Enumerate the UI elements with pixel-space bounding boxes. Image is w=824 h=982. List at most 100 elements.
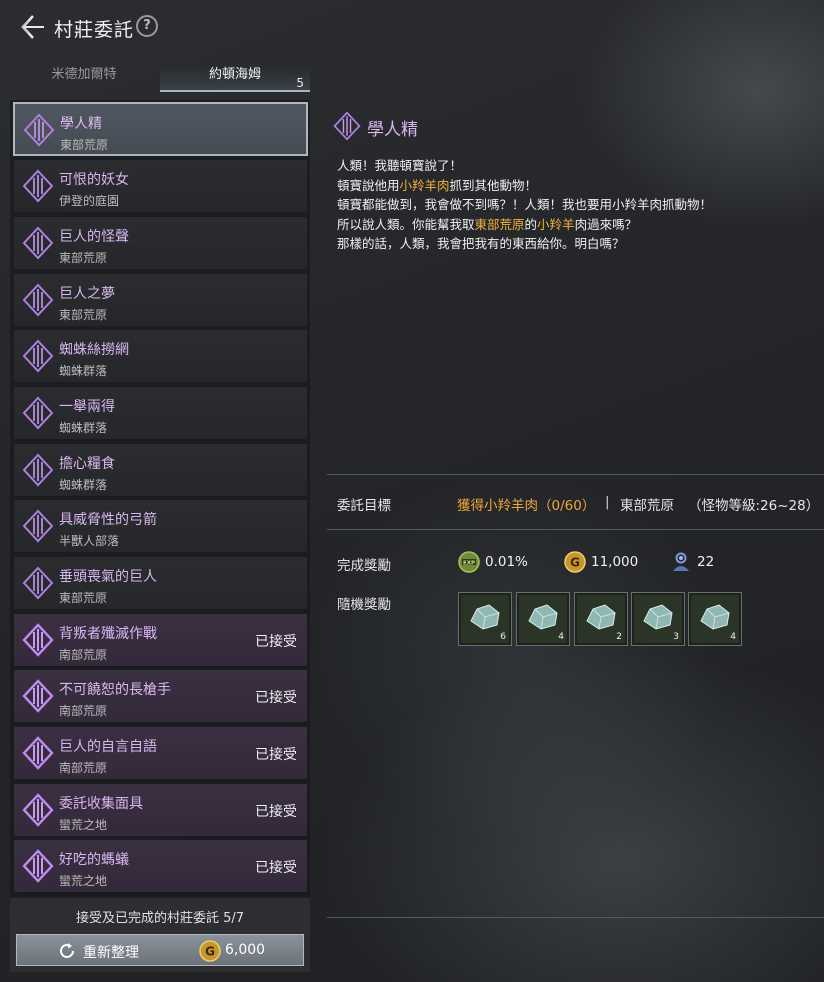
quest-title: 巨人的自言自語 bbox=[59, 739, 157, 755]
quest-title: 具威脅性的弓箭 bbox=[59, 512, 157, 528]
quest-diamond-icon bbox=[22, 396, 54, 430]
quest-item[interactable]: 不可饒恕的長槍手 南部荒原 已接受 bbox=[13, 669, 308, 723]
quest-item[interactable]: 蜘蛛絲撈網 蜘蛛群落 bbox=[13, 329, 308, 383]
ore-icon bbox=[700, 604, 730, 630]
ore-icon bbox=[470, 604, 500, 630]
quest-item[interactable]: 好吃的螞蟻 蠻荒之地 已接受 bbox=[13, 839, 308, 893]
quest-location: 蠻荒之地 bbox=[59, 874, 108, 888]
quest-status: 已接受 bbox=[255, 634, 297, 650]
quest-location: 南部荒原 bbox=[59, 648, 108, 662]
reward-item-slot[interactable]: 3 bbox=[631, 592, 685, 646]
quest-diamond-icon bbox=[22, 736, 54, 770]
contribution-reward: 22 bbox=[697, 554, 715, 570]
refresh-cost: 6,000 bbox=[225, 942, 266, 958]
help-icon[interactable]: ? bbox=[136, 15, 158, 37]
description-line: 頓寶說他用小羚羊肉抓到其他動物！ bbox=[337, 177, 538, 193]
quest-location: 蜘蛛群落 bbox=[59, 421, 108, 435]
quest-diamond-icon bbox=[22, 226, 54, 260]
quest-status: 已接受 bbox=[255, 690, 297, 706]
objective-target: 獲得小羚羊肉（0/60） bbox=[457, 498, 596, 514]
detail-title: 學人精 bbox=[367, 120, 418, 140]
quest-title: 巨人之夢 bbox=[59, 286, 115, 302]
quest-status: 已接受 bbox=[255, 747, 297, 763]
quest-diamond-icon bbox=[333, 111, 361, 141]
quest-location: 東部荒原 bbox=[60, 138, 109, 152]
gold-coin-icon: G bbox=[199, 940, 221, 962]
description-line: 頓寶都能做到，我會做不到嗎？！人類！我也要用小羚羊肉抓動物！ bbox=[337, 197, 713, 212]
quest-diamond-icon bbox=[22, 509, 54, 543]
divider bbox=[327, 474, 824, 475]
ore-icon bbox=[528, 604, 558, 630]
quest-title: 不可饒恕的長槍手 bbox=[59, 682, 171, 698]
quest-title: 一舉兩得 bbox=[59, 399, 115, 415]
quest-location: 蜘蛛群落 bbox=[59, 364, 108, 378]
gold-reward: 11,000 bbox=[591, 554, 639, 570]
item-count: 4 bbox=[558, 632, 564, 642]
quest-location: 蜘蛛群落 bbox=[59, 478, 108, 492]
divider bbox=[327, 529, 824, 530]
reward-item-slot[interactable]: 4 bbox=[688, 592, 742, 646]
page-title: 村莊委託 bbox=[54, 19, 135, 41]
exp-reward: 0.01% bbox=[485, 554, 528, 570]
reward-item-slot[interactable]: 6 bbox=[458, 592, 512, 646]
tab-jotunheim[interactable]: 約頓海姆 5 bbox=[160, 58, 310, 92]
quest-status: 已接受 bbox=[255, 860, 297, 876]
quest-location: 伊登的庭園 bbox=[59, 194, 120, 208]
quest-title: 委託收集面具 bbox=[59, 796, 143, 812]
quest-title: 蜘蛛絲撈網 bbox=[59, 342, 129, 358]
quest-location: 東部荒原 bbox=[59, 251, 108, 265]
quest-location: 半獸人部落 bbox=[59, 534, 120, 548]
reward-item-slot[interactable]: 4 bbox=[516, 592, 570, 646]
refresh-button[interactable]: 重新整理 G 6,000 bbox=[16, 934, 304, 966]
quest-status: 已接受 bbox=[255, 804, 297, 820]
quest-location: 南部荒原 bbox=[59, 761, 108, 775]
random-reward-label: 隨機獎勵 bbox=[337, 597, 391, 613]
quest-diamond-icon bbox=[22, 849, 54, 883]
quest-item[interactable]: 可恨的妖女 伊登的庭園 bbox=[13, 159, 308, 213]
svg-text:G: G bbox=[570, 556, 580, 570]
description-line: 那樣的話，人類，我會把我有的東西給你。明白嗎？ bbox=[337, 236, 625, 251]
item-count: 3 bbox=[673, 632, 679, 642]
quest-item[interactable]: 一舉兩得 蜘蛛群落 bbox=[13, 386, 308, 440]
quest-diamond-icon bbox=[22, 453, 54, 487]
quest-location: 南部荒原 bbox=[59, 704, 108, 718]
quest-title: 好吃的螞蟻 bbox=[59, 852, 129, 868]
quest-title: 垂頭喪氣的巨人 bbox=[59, 569, 157, 585]
objective-level: （怪物等級:26~28） bbox=[688, 498, 820, 514]
description-line: 人類！我聽頓寶說了！ bbox=[337, 158, 463, 173]
description-line: 所以說人類。你能幫我取東部荒原的小羚羊肉過來嗎？ bbox=[337, 216, 638, 232]
quest-location: 東部荒原 bbox=[59, 308, 108, 322]
reward-item-slot[interactable]: 2 bbox=[574, 592, 628, 646]
quest-list: 學人精 東部荒原 可恨的妖女 伊登的庭園 巨人的怪聲 東部荒原 巨人之夢 東部荒… bbox=[10, 100, 310, 897]
quest-item[interactable]: 學人精 東部荒原 bbox=[13, 102, 308, 156]
quest-item[interactable]: 擔心糧食 蜘蛛群落 bbox=[13, 443, 308, 497]
tab-midgard[interactable]: 米德加爾特 bbox=[10, 58, 158, 92]
objective-separator: | bbox=[605, 494, 610, 510]
exp-icon: EXP bbox=[458, 551, 480, 573]
reward-label: 完成獎勵 bbox=[337, 558, 391, 574]
quest-item[interactable]: 巨人的怪聲 東部荒原 bbox=[13, 216, 308, 270]
quest-item[interactable]: 背叛者殲滅作戰 南部荒原 已接受 bbox=[13, 613, 308, 667]
ore-icon bbox=[586, 604, 616, 630]
quest-item[interactable]: 具威脅性的弓箭 半獸人部落 bbox=[13, 499, 308, 553]
quest-title: 巨人的怪聲 bbox=[59, 229, 129, 245]
accepted-count: 接受及已完成的村莊委託 5/7 bbox=[75, 911, 245, 926]
quest-diamond-icon bbox=[22, 283, 54, 317]
header: 村莊委託 ? bbox=[0, 0, 824, 55]
contribution-icon bbox=[673, 552, 689, 571]
quest-diamond-icon bbox=[22, 169, 54, 203]
divider bbox=[327, 917, 824, 918]
quest-diamond-icon bbox=[22, 339, 54, 373]
gold-coin-icon: G bbox=[564, 551, 586, 573]
ore-icon bbox=[643, 604, 673, 630]
quest-item[interactable]: 巨人之夢 東部荒原 bbox=[13, 273, 308, 327]
quest-item[interactable]: 委託收集面具 蠻荒之地 已接受 bbox=[13, 783, 308, 837]
item-count: 2 bbox=[616, 632, 622, 642]
quest-title: 可恨的妖女 bbox=[59, 172, 129, 188]
quest-item[interactable]: 垂頭喪氣的巨人 東部荒原 bbox=[13, 556, 308, 610]
quest-diamond-icon bbox=[22, 679, 54, 713]
back-icon[interactable] bbox=[14, 11, 46, 43]
quest-item[interactable]: 巨人的自言自語 南部荒原 已接受 bbox=[13, 726, 308, 780]
item-count: 6 bbox=[500, 632, 506, 642]
region-tabs: 米德加爾特 約頓海姆 5 bbox=[10, 58, 310, 94]
